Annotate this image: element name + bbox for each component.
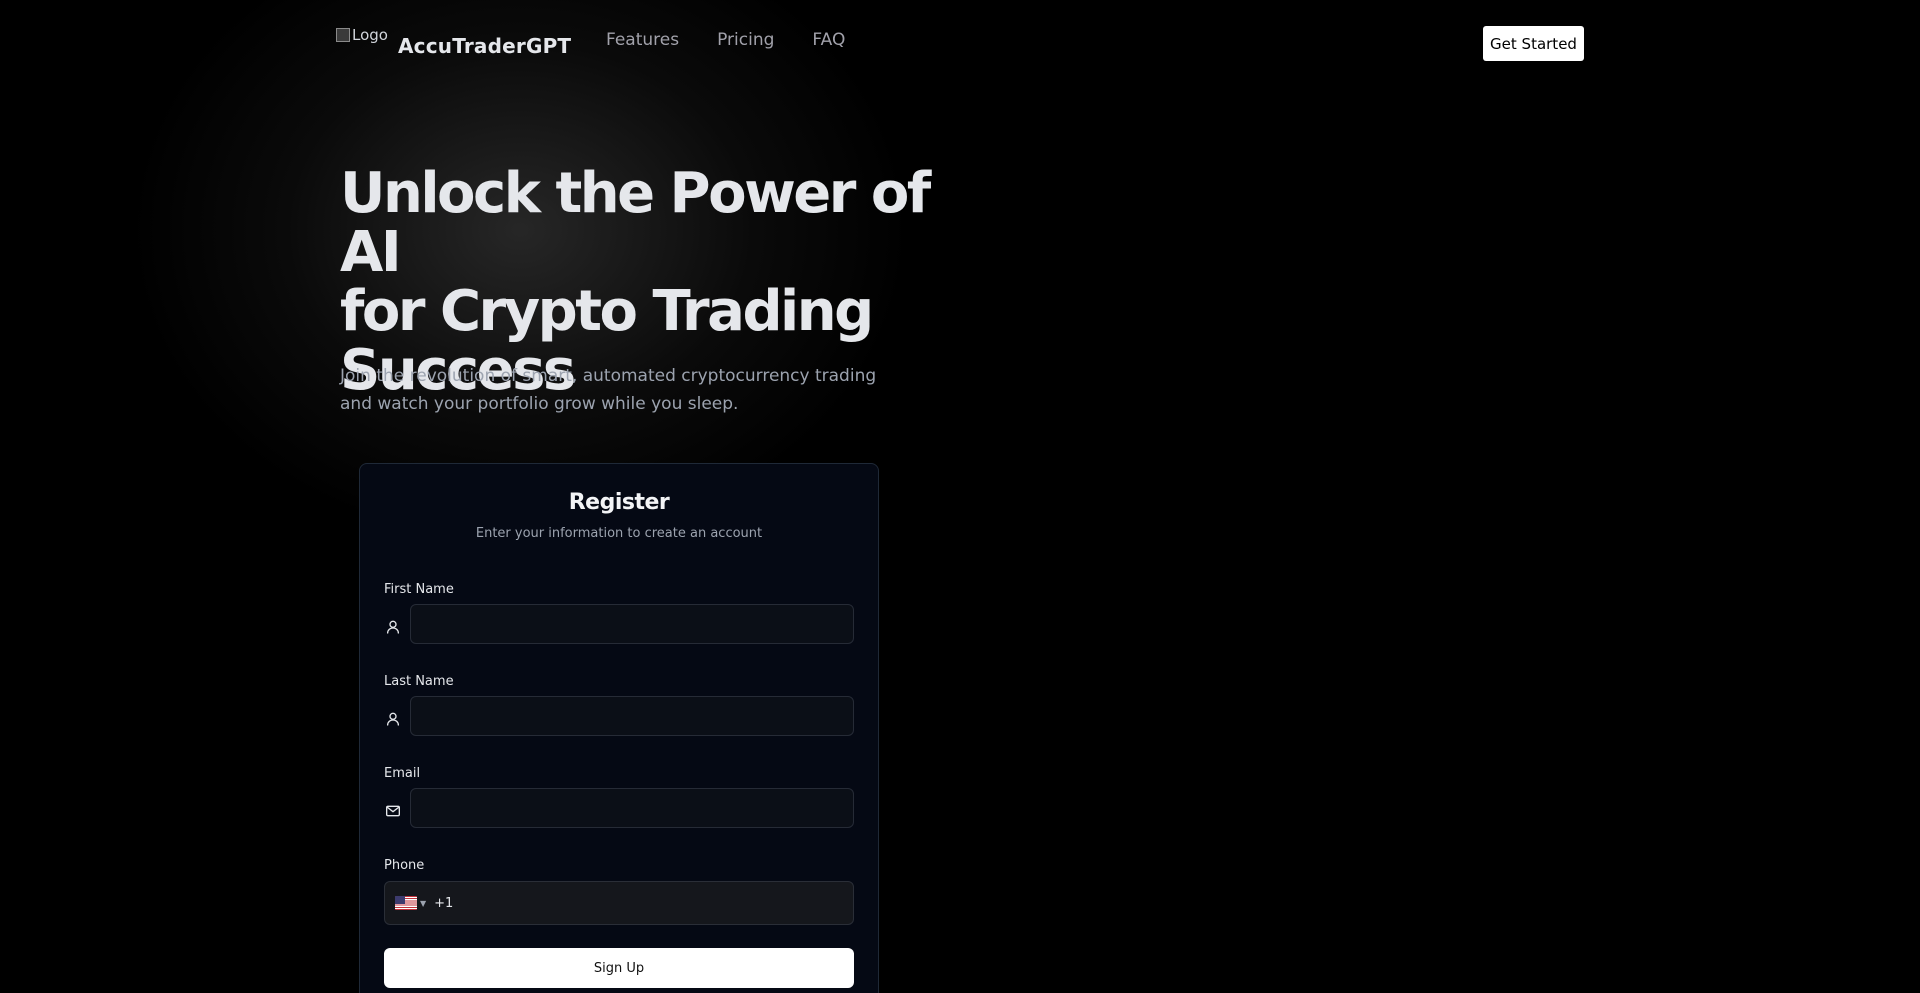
brand-logo-link[interactable]: Logo AccuTraderGPT	[336, 24, 571, 58]
get-started-button[interactable]: Get Started	[1483, 26, 1584, 61]
register-title: Register	[568, 490, 670, 515]
user-icon	[384, 618, 402, 636]
first-name-label: First Name	[384, 582, 454, 597]
first-name-input[interactable]	[410, 604, 854, 644]
broken-image-icon	[336, 28, 350, 42]
user-icon	[384, 710, 402, 728]
sign-up-button[interactable]: Sign Up	[384, 948, 854, 988]
last-name-input[interactable]	[410, 696, 854, 736]
phone-input[interactable]	[434, 882, 853, 924]
nav-features[interactable]: Features	[606, 30, 679, 50]
main-nav: Features Pricing FAQ	[606, 30, 845, 50]
last-name-label: Last Name	[384, 674, 454, 689]
phone-field: ▼	[384, 881, 854, 925]
email-input[interactable]	[410, 788, 854, 828]
hero-subtitle: Join the revolution of smart, automated …	[340, 366, 877, 414]
chevron-down-icon[interactable]: ▼	[420, 899, 426, 908]
email-label: Email	[384, 766, 421, 781]
brand-name: AccuTraderGPT	[397, 34, 572, 58]
logo-image: Logo	[336, 27, 388, 55]
mail-icon	[384, 802, 402, 820]
hero-title-line: Unlock the Power of AI	[340, 161, 931, 285]
nav-pricing[interactable]: Pricing	[717, 30, 774, 50]
hero-title-line: for Crypto Trading	[340, 279, 874, 344]
us-flag-icon[interactable]	[395, 896, 417, 910]
nav-faq[interactable]: FAQ	[812, 30, 845, 50]
register-subtitle: Enter your information to create an acco…	[475, 526, 763, 541]
site-header: Logo AccuTraderGPT Features Pricing FAQ …	[0, 0, 1920, 90]
phone-label: Phone	[384, 858, 425, 873]
logo-alt-text: Logo	[352, 26, 388, 44]
register-card: Register Enter your information to creat…	[359, 463, 879, 993]
